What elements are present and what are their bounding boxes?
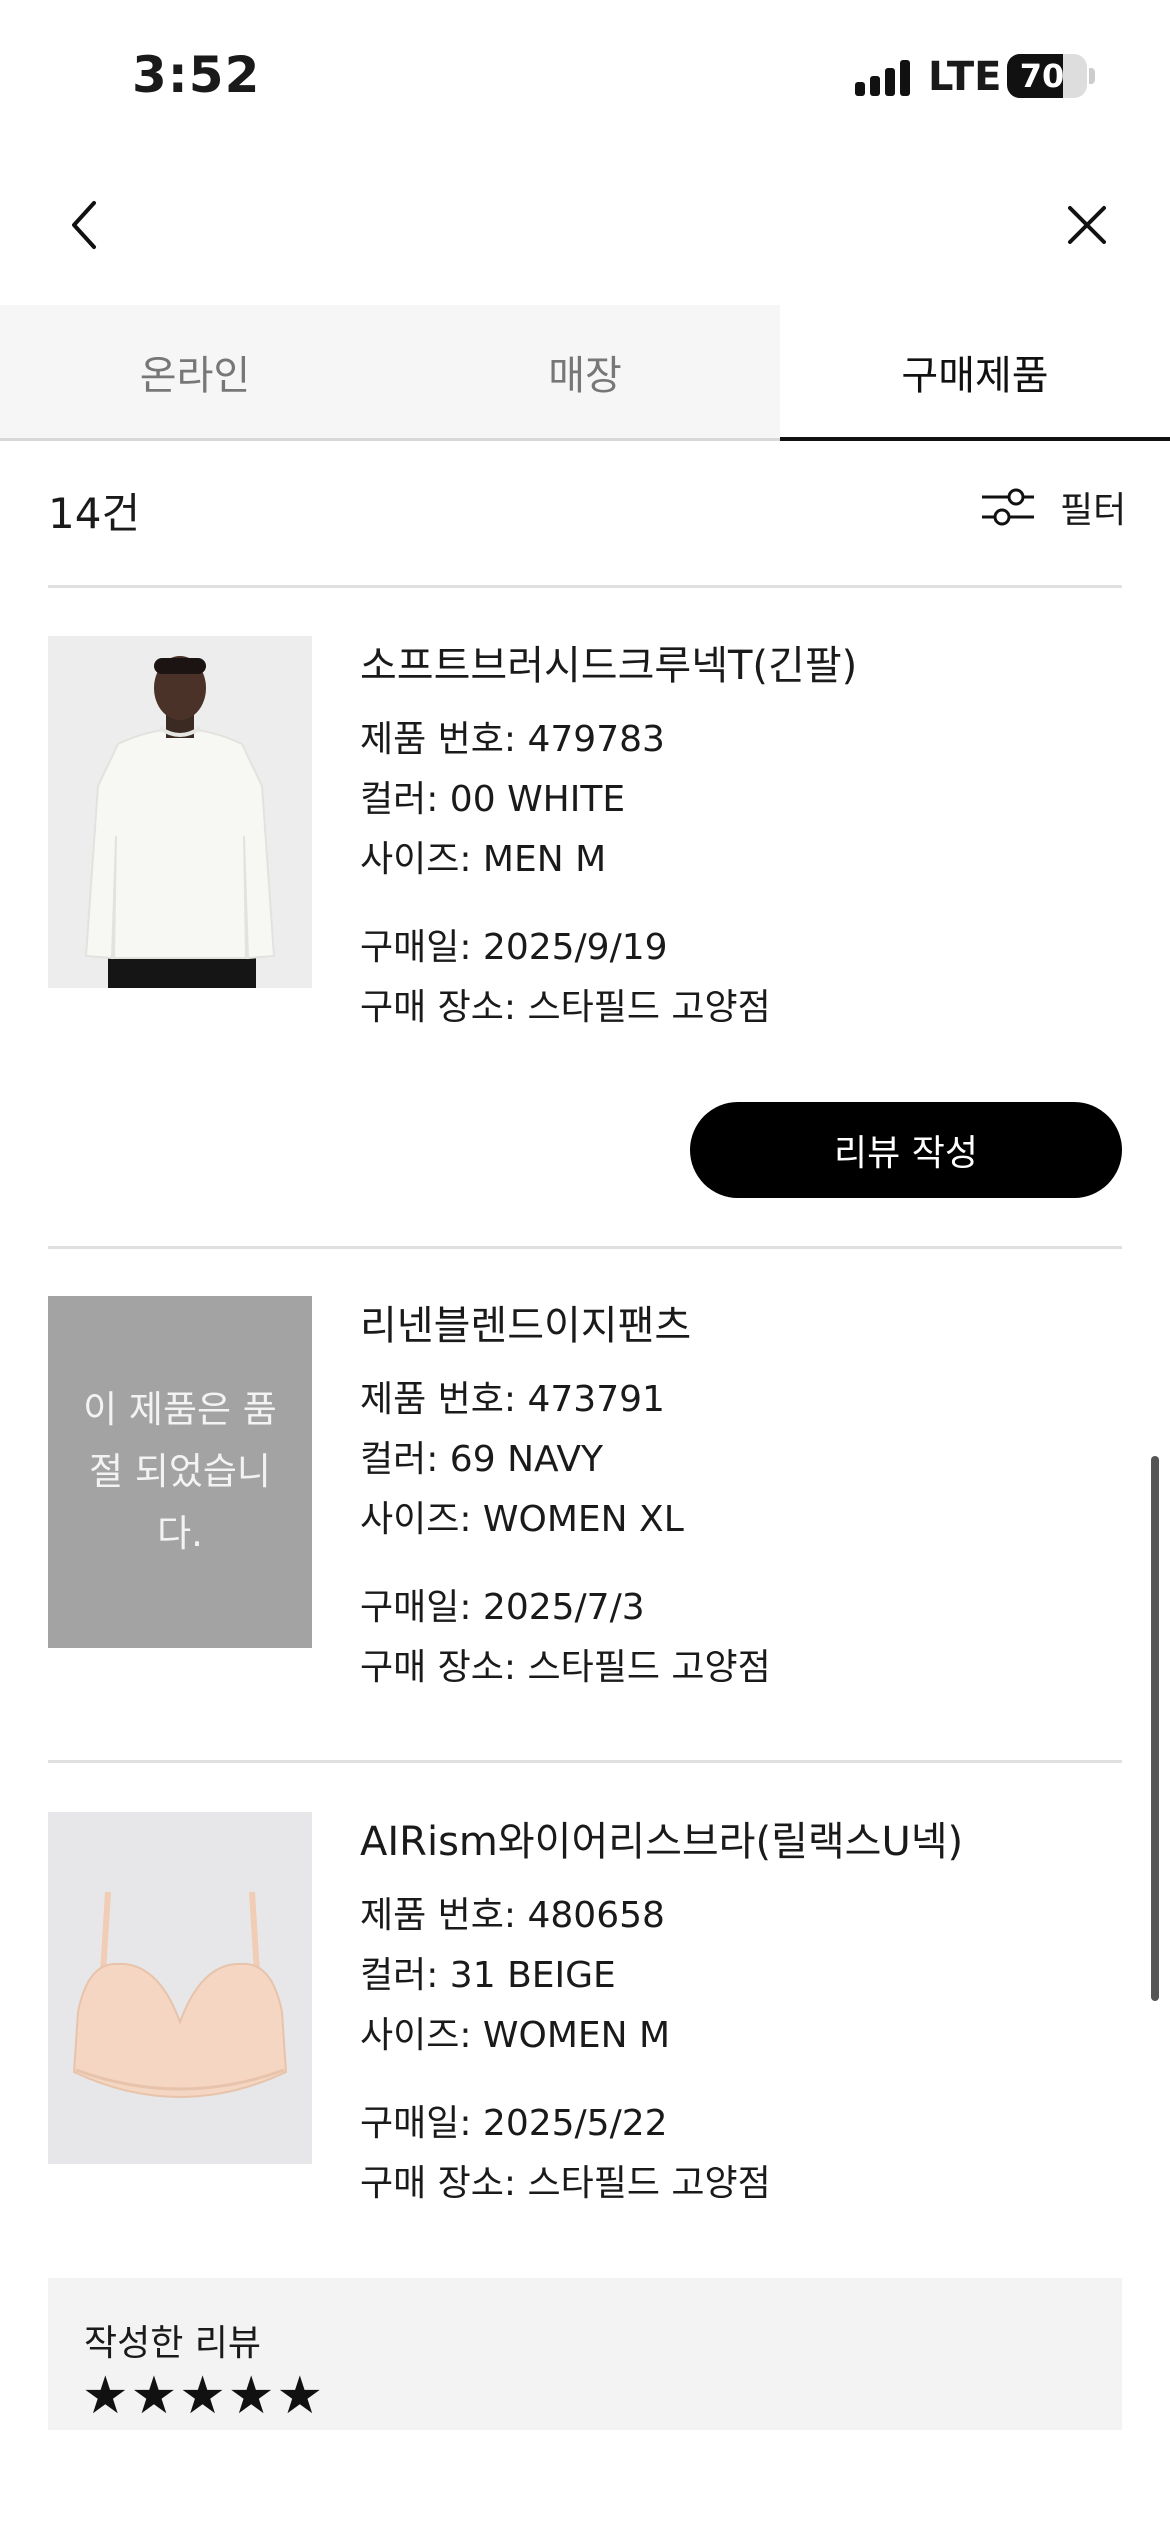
write-review-button[interactable]: 리뷰 작성 <box>690 1102 1122 1198</box>
written-review[interactable]: 작성한 리뷰 ★★★★★ <box>48 2278 1122 2430</box>
product-image[interactable] <box>48 1812 312 2164</box>
purchase-date: 구매일: 2025/5/22 <box>360 2103 668 2144</box>
scrollbar[interactable] <box>1151 1456 1159 2001</box>
product-info: AIRism와이어리스브라(릴랙스U넥) 제품 번호: 480658 컬러: 3… <box>360 1812 1120 2214</box>
filter-button[interactable]: 필터 <box>980 482 1126 532</box>
battery-icon: 70 <box>1007 54 1087 98</box>
tab-bar: 온라인 매장 구매제품 <box>0 305 1170 441</box>
divider <box>48 1246 1122 1249</box>
product-number: 제품 번호: 480658 <box>360 1895 665 1936</box>
close-icon[interactable] <box>1062 200 1112 250</box>
product-size: 사이즈: MEN M <box>360 839 607 880</box>
tab-purchased-products[interactable]: 구매제품 <box>780 305 1170 441</box>
product-color: 컬러: 00 WHITE <box>360 779 626 820</box>
network-label: LTE <box>928 54 1002 100</box>
result-count: 14건 <box>48 489 141 538</box>
status-time: 3:52 <box>132 46 261 104</box>
product-info: 리넨블렌드이지팬츠 제품 번호: 473791 컬러: 69 NAVY 사이즈:… <box>360 1296 1120 1698</box>
divider <box>48 1760 1122 1763</box>
sold-out-text: 이 제품은 품절 되었습니다. <box>83 1388 277 1555</box>
divider <box>48 585 1122 588</box>
status-bar: 3:52 LTE 70 <box>0 0 1170 150</box>
written-review-title: 작성한 리뷰 <box>84 2323 262 2364</box>
filter-label: 필터 <box>1060 490 1127 531</box>
product-image[interactable] <box>48 636 312 988</box>
tab-store[interactable]: 매장 <box>390 305 780 438</box>
product-size: 사이즈: WOMEN XL <box>360 1499 684 1540</box>
chevron-left-icon[interactable] <box>60 195 110 255</box>
star-rating: ★★★★★ <box>82 2366 326 2426</box>
product-info: 소프트브러시드크루넥T(긴팔) 제품 번호: 479783 컬러: 00 WHI… <box>360 636 1120 1038</box>
purchase-place: 구매 장소: 스타필드 고양점 <box>360 1647 771 1688</box>
sold-out-placeholder: 이 제품은 품절 되었습니다. <box>48 1296 312 1648</box>
product-color: 컬러: 69 NAVY <box>360 1439 603 1480</box>
product-number: 제품 번호: 479783 <box>360 719 665 760</box>
battery-cap <box>1089 68 1095 84</box>
purchase-date: 구매일: 2025/9/19 <box>360 927 668 968</box>
product-name[interactable]: 리넨블렌드이지팬츠 <box>360 1296 1120 1356</box>
battery-level: 70 <box>1019 57 1065 95</box>
tab-online[interactable]: 온라인 <box>0 305 390 438</box>
signal-icon <box>855 60 911 96</box>
product-number: 제품 번호: 473791 <box>360 1379 665 1420</box>
purchase-place: 구매 장소: 스타필드 고양점 <box>360 2163 771 2204</box>
purchase-date: 구매일: 2025/7/3 <box>360 1587 645 1628</box>
sliders-icon <box>982 488 1034 526</box>
product-size: 사이즈: WOMEN M <box>360 2015 671 2056</box>
purchase-place: 구매 장소: 스타필드 고양점 <box>360 987 771 1028</box>
product-name[interactable]: 소프트브러시드크루넥T(긴팔) <box>360 636 1120 696</box>
product-name[interactable]: AIRism와이어리스브라(릴랙스U넥) <box>360 1812 1120 1872</box>
product-color: 컬러: 31 BEIGE <box>360 1955 616 1996</box>
